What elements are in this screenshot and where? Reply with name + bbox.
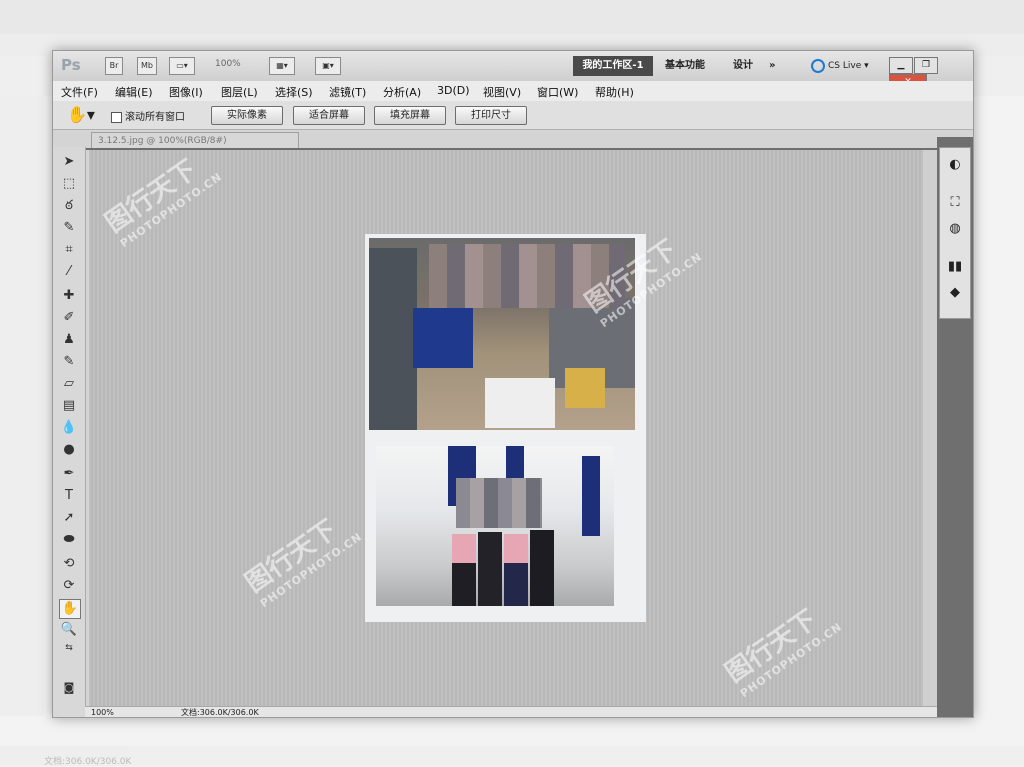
hand-tool-preset-icon[interactable]: ✋▾ (67, 105, 95, 124)
document-tab[interactable]: 3.12.5.jpg @ 100%(RGB/8#) (91, 132, 299, 149)
fill-screen-button[interactable]: 填充屏幕 (374, 106, 446, 125)
photo-scene-group (369, 238, 635, 430)
menu-file[interactable]: 文件(F) (61, 84, 98, 100)
actual-pixels-button[interactable]: 实际像素 (211, 106, 283, 125)
cs-live-label: CS Live ▾ (828, 61, 869, 71)
application-bar: Ps Br Mb ▭▾ 100% ▦▾ ▣▾ 我的工作区-1 基本功能 设计 »… (53, 51, 973, 91)
dodge-tool-icon[interactable]: ● (59, 441, 79, 459)
quick-select-tool-icon[interactable]: ✎ (59, 219, 79, 237)
photo-print-bottom (365, 438, 646, 622)
photo-figure (504, 534, 528, 606)
color-panel-icon[interactable]: ◐ (945, 156, 965, 174)
menu-3d[interactable]: 3D(D) (437, 84, 470, 97)
checkbox-icon (111, 111, 122, 123)
photo-figure (530, 530, 554, 606)
photo-figure (478, 532, 502, 606)
photo-figure (369, 248, 417, 430)
masks-panel-icon[interactable]: ◍ (945, 220, 965, 238)
lasso-tool-icon[interactable]: ఠ (59, 197, 79, 215)
cs-live-icon (811, 58, 825, 73)
workspace-active[interactable]: 我的工作区-1 (573, 56, 653, 76)
menu-image[interactable]: 图像(I) (169, 84, 203, 100)
options-bar: ✋▾ 滚动所有窗口 实际像素 适合屏幕 填充屏幕 打印尺寸 (53, 101, 973, 130)
menu-filter[interactable]: 滤镜(T) (329, 84, 366, 100)
blur-tool-icon[interactable]: 💧 (59, 419, 79, 437)
pen-tool-icon[interactable]: ✒ (59, 465, 79, 483)
move-tool-icon[interactable]: ➤ (59, 153, 79, 171)
cs-live-menu[interactable]: CS Live ▾ (811, 56, 869, 76)
menu-window[interactable]: 窗口(W) (537, 84, 578, 100)
menu-help[interactable]: 帮助(H) (595, 84, 634, 100)
eraser-tool-icon[interactable]: ▱ (59, 375, 79, 393)
zoom-level[interactable]: 100% (215, 59, 241, 69)
marquee-tool-icon[interactable]: ⬚ (59, 175, 79, 193)
photoshop-window: Ps Br Mb ▭▾ 100% ▦▾ ▣▾ 我的工作区-1 基本功能 设计 »… (52, 50, 974, 718)
curtain (582, 456, 600, 536)
menu-layer[interactable]: 图层(L) (221, 84, 258, 100)
adjustments-panel-icon[interactable]: ⛶ (945, 194, 965, 212)
channels-panel-icon[interactable]: ▮▮ (945, 258, 965, 276)
ps-logo: Ps (61, 56, 81, 74)
print-size-button[interactable]: 打印尺寸 (455, 106, 527, 125)
vertical-scrollbar[interactable] (923, 150, 937, 706)
bridge-icon[interactable]: Br (105, 57, 123, 75)
history-brush-tool-icon[interactable]: ✎ (59, 353, 79, 371)
scroll-all-label: 滚动所有窗口 (125, 112, 185, 123)
layers-panel-icon[interactable]: ◆ (945, 284, 965, 302)
hand-tool-icon[interactable]: ✋ (59, 599, 81, 619)
ghost-status-text: 文档:306.0K/306.0K (44, 757, 132, 767)
status-bar: 100% 文档:306.0K/306.0K (85, 706, 937, 717)
eyedropper-tool-icon[interactable]: ⁄ (59, 263, 79, 281)
pixelated-faces (429, 244, 625, 308)
minimize-icon[interactable]: ▁ (889, 57, 913, 74)
photo-scene-room (376, 446, 614, 606)
arrange-documents-icon[interactable]: ▦▾ (269, 57, 295, 75)
quick-mask-icon[interactable]: ◙ (59, 679, 79, 697)
photo-print-top (365, 234, 646, 438)
status-document-size[interactable]: 文档:306.0K/306.0K (181, 707, 259, 717)
type-tool-icon[interactable]: T (59, 487, 79, 505)
view-extras-icon[interactable]: ▭▾ (169, 57, 195, 75)
menu-bar: 文件(F) 编辑(E) 图像(I) 图层(L) 选择(S) 滤镜(T) 分析(A… (53, 81, 973, 102)
workspace-more[interactable]: » (769, 56, 775, 76)
ghost-statusbar (0, 746, 1024, 766)
brush-tool-icon[interactable]: ✐ (59, 309, 79, 327)
tools-panel: ➤ ⬚ ఠ ✎ ⌗ ⁄ ✚ ✐ ♟ ✎ ▱ ▤ 💧 ● ✒ T ➚ ⬬ ⟲ ⟳ … (53, 147, 86, 717)
clone-stamp-tool-icon[interactable]: ♟ (59, 331, 79, 349)
ghost-titlebar (0, 0, 1024, 34)
photo-figure (452, 534, 476, 606)
menu-select[interactable]: 选择(S) (275, 84, 313, 100)
path-selection-tool-icon[interactable]: ➚ (59, 509, 79, 527)
photo-figure (413, 308, 473, 368)
shape-tool-icon[interactable]: ⬬ (59, 531, 79, 549)
zoom-tool-icon[interactable]: 🔍 (59, 621, 79, 639)
healing-brush-tool-icon[interactable]: ✚ (59, 287, 79, 305)
menu-view[interactable]: 视图(V) (483, 84, 521, 100)
3d-rotate-tool-icon[interactable]: ⟲ (59, 555, 79, 573)
scroll-all-windows-checkbox[interactable]: 滚动所有窗口 (111, 108, 185, 123)
workspace-basic[interactable]: 基本功能 (665, 56, 705, 76)
3d-orbit-tool-icon[interactable]: ⟳ (59, 577, 79, 595)
box-object (565, 368, 605, 408)
screen-mode-icon[interactable]: ▣▾ (315, 57, 341, 75)
gradient-tool-icon[interactable]: ▤ (59, 397, 79, 415)
status-zoom[interactable]: 100% (91, 707, 114, 717)
menu-analysis[interactable]: 分析(A) (383, 84, 421, 100)
menu-edit[interactable]: 编辑(E) (115, 84, 153, 100)
swap-colors-icon[interactable]: ⇆ (59, 639, 79, 657)
ghost-toolbox (0, 96, 44, 716)
fit-screen-button[interactable]: 适合屏幕 (293, 106, 365, 125)
workspace-design[interactable]: 设计 (733, 56, 753, 76)
collapsed-panels: ◐ ⛶ ◍ ▮▮ ◆ (939, 147, 971, 319)
maximize-icon[interactable]: ❐ (914, 57, 938, 74)
crop-tool-icon[interactable]: ⌗ (59, 241, 79, 259)
pixelated-faces (456, 478, 542, 528)
paper-object (485, 378, 555, 428)
mini-bridge-icon[interactable]: Mb (137, 57, 157, 75)
